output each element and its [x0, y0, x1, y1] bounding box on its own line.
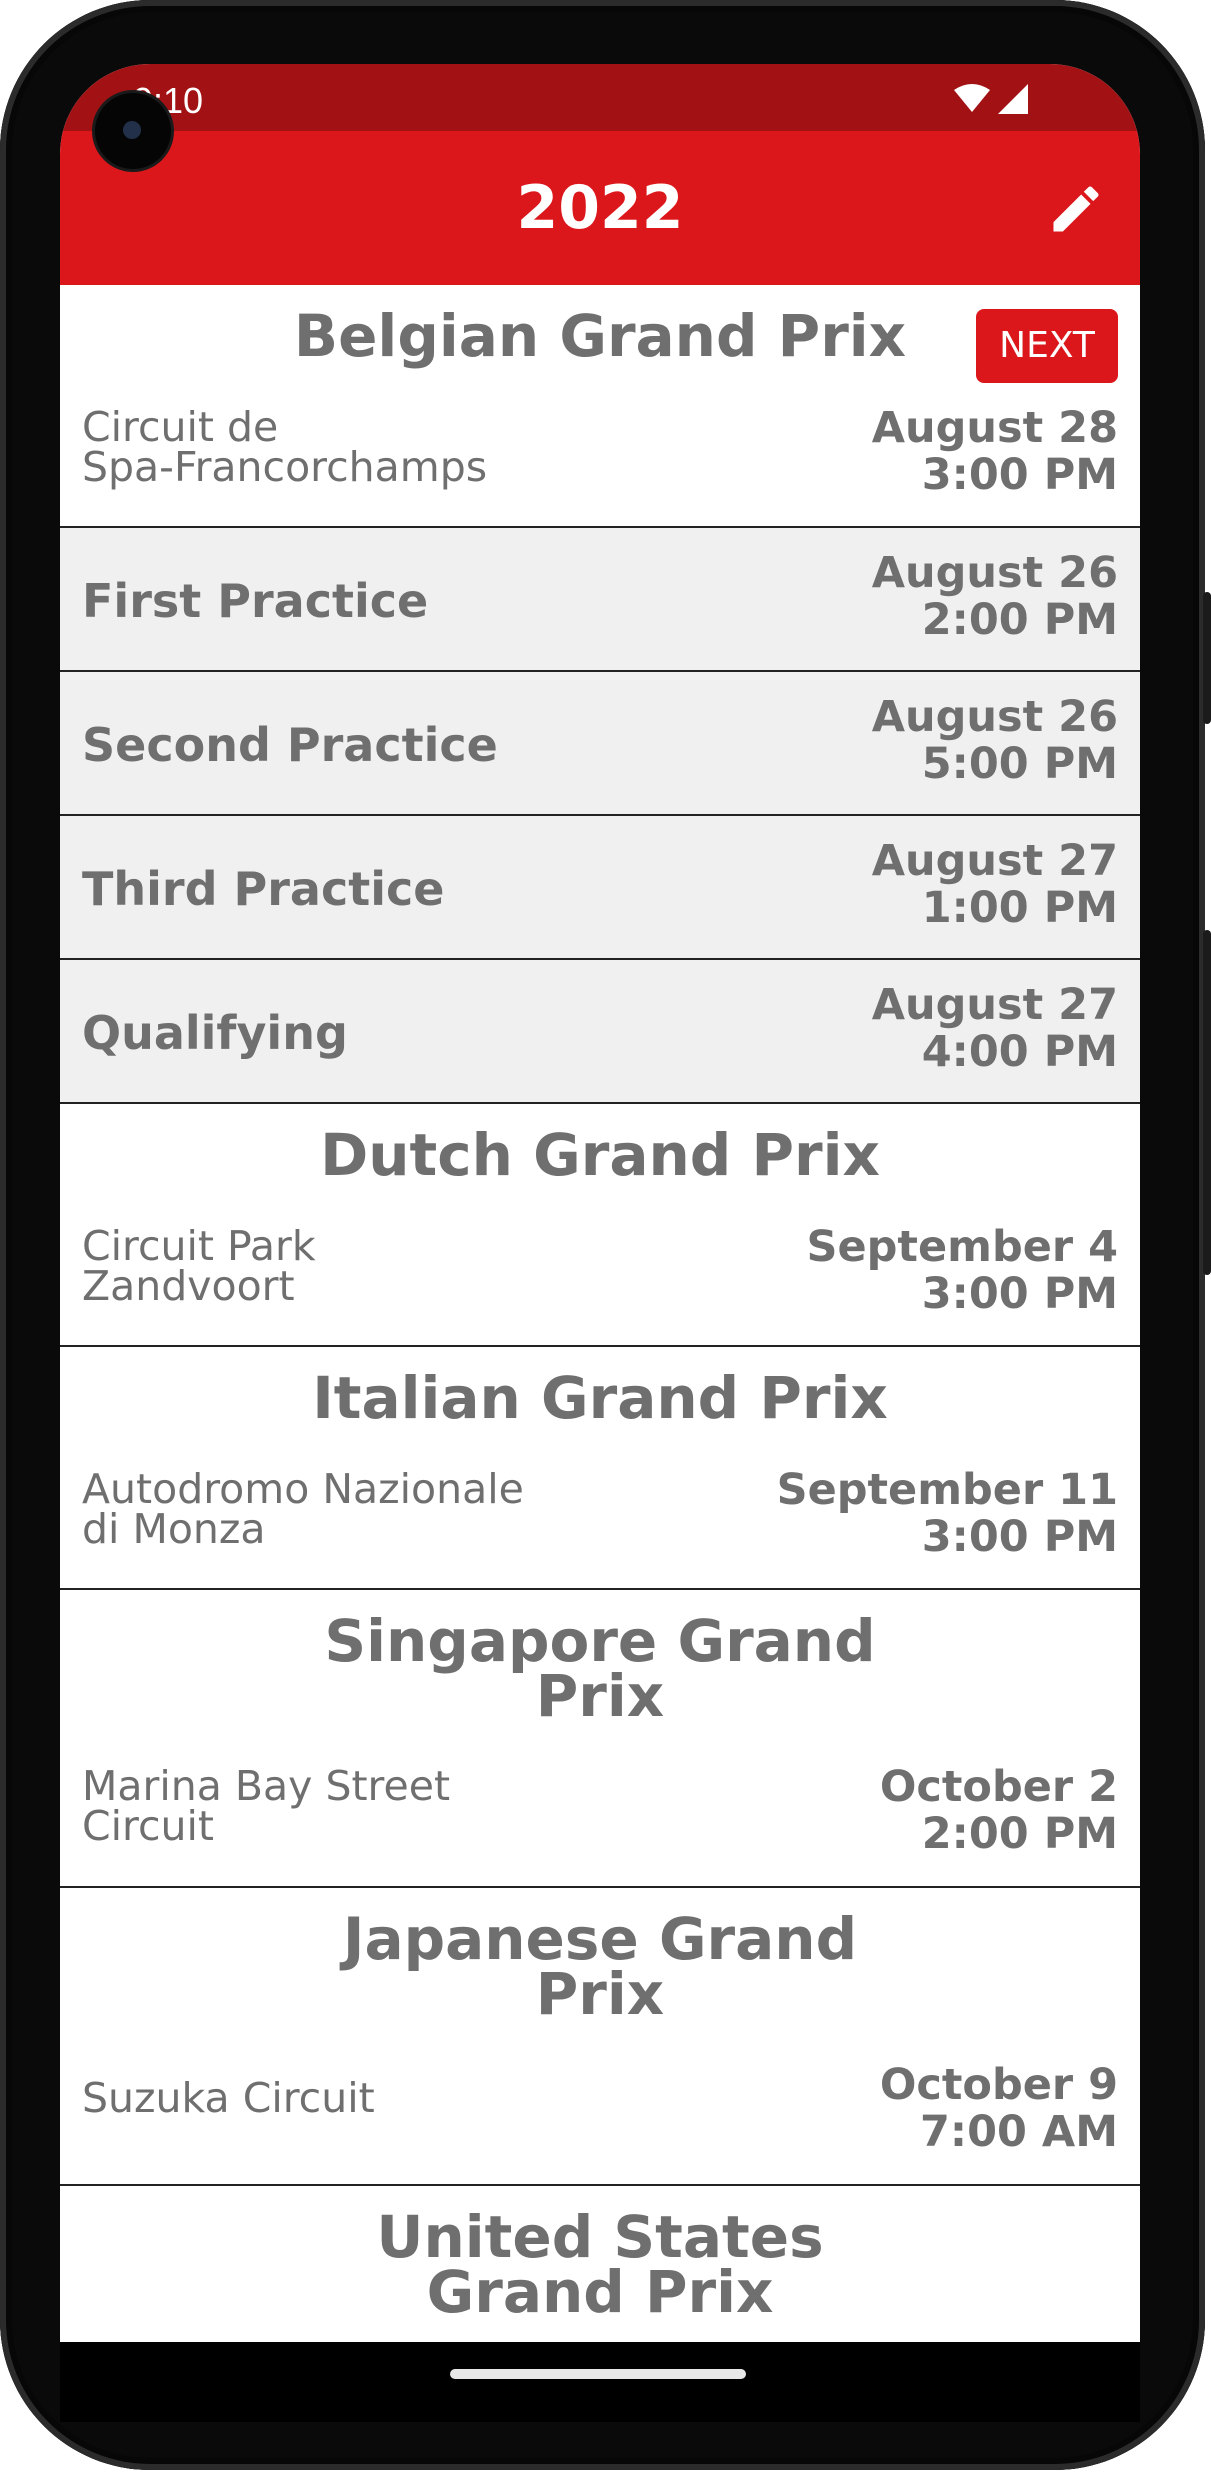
session-time: 5:00 PM	[921, 739, 1118, 789]
race-datetime: October 9 7:00 AM	[880, 2062, 1118, 2156]
pencil-icon[interactable]	[1046, 179, 1106, 239]
race-datetime: October 2 2:00 PM	[880, 1764, 1118, 1858]
session-name: First Practice	[82, 574, 429, 628]
front-camera	[95, 93, 171, 169]
session-datetime: August 27 1:00 PM	[872, 838, 1118, 932]
session-datetime: August 27 4:00 PM	[872, 982, 1118, 1076]
session-name: Third Practice	[82, 862, 445, 916]
session-name: Qualifying	[82, 1006, 348, 1060]
race-card[interactable]: Japanese Grand Prix Suzuka Circuit Octobe…	[60, 1888, 1140, 2186]
race-title: Italian Grand Prix	[312, 1364, 888, 1432]
session-time: 2:00 PM	[921, 595, 1118, 645]
race-title: Belgian Grand Prix	[293, 302, 907, 370]
power-button	[1203, 592, 1211, 724]
screen: 9:10 2022 Belgian Grand Prix NEXT Circui…	[60, 64, 1140, 2342]
race-datetime: September 4 3:00 PM	[807, 1224, 1118, 1318]
race-date: August 28	[871, 403, 1118, 453]
race-card[interactable]: Dutch Grand Prix Circuit Park Zandvoort S…	[60, 1104, 1140, 1347]
page-title: 2022	[516, 173, 684, 243]
circuit-name: Suzuka Circuit	[82, 2074, 375, 2122]
race-date: October 2	[879, 1762, 1118, 1812]
session-date: August 27	[871, 980, 1118, 1030]
session-row[interactable]: Qualifying August 27 4:00 PM	[60, 960, 1140, 1104]
volume-button	[1203, 930, 1211, 1275]
session-row[interactable]: Second Practice August 26 5:00 PM	[60, 672, 1140, 816]
navigation-bar	[60, 2342, 1140, 2422]
race-title: Dutch Grand Prix	[320, 1121, 880, 1189]
session-time: 1:00 PM	[921, 883, 1118, 933]
race-card[interactable]: United States Grand Prix	[60, 2186, 1140, 2342]
session-datetime: August 26 2:00 PM	[872, 550, 1118, 644]
session-date: August 26	[871, 548, 1118, 598]
session-row[interactable]: Third Practice August 27 1:00 PM	[60, 816, 1140, 960]
race-date: September 11	[776, 1465, 1118, 1515]
app-bar: 2022	[60, 131, 1140, 285]
race-datetime: September 11 3:00 PM	[777, 1467, 1118, 1561]
race-time: 3:00 PM	[921, 450, 1118, 500]
race-time: 3:00 PM	[921, 1269, 1118, 1319]
gesture-handle[interactable]	[450, 2369, 746, 2379]
race-title: United States Grand Prix	[376, 2203, 824, 2326]
race-card[interactable]: Italian Grand Prix Autodromo Nazionale di…	[60, 1347, 1140, 1590]
circuit-name: Circuit Park Zandvoort	[82, 1222, 316, 1310]
session-time: 4:00 PM	[921, 1027, 1118, 1077]
race-time: 2:00 PM	[921, 1809, 1118, 1859]
race-time: 3:00 PM	[921, 1512, 1118, 1562]
signal-icon	[998, 84, 1028, 114]
circuit-name: Marina Bay Street Circuit	[82, 1762, 451, 1850]
race-card[interactable]: Singapore Grand Prix Marina Bay Street Cir…	[60, 1590, 1140, 1888]
race-date: October 9	[879, 2060, 1118, 2110]
session-date: August 26	[871, 692, 1118, 742]
session-name: Second Practice	[82, 718, 498, 772]
race-title: Japanese Grand Prix	[342, 1905, 858, 2028]
race-title: Singapore Grand Prix	[324, 1607, 876, 1730]
race-date: September 4	[806, 1222, 1118, 1272]
circuit-name: Autodromo Nazionale di Monza	[82, 1465, 524, 1553]
session-datetime: August 26 5:00 PM	[872, 694, 1118, 788]
wifi-icon	[954, 84, 990, 112]
next-badge: NEXT	[976, 309, 1118, 383]
circuit-name: Circuit de Spa-Francorchamps	[82, 403, 488, 491]
race-time: 7:00 AM	[920, 2107, 1118, 2157]
session-row[interactable]: First Practice August 26 2:00 PM	[60, 528, 1140, 672]
session-date: August 27	[871, 836, 1118, 886]
race-datetime: August 28 3:00 PM	[872, 405, 1118, 499]
status-icons	[954, 84, 1028, 114]
status-bar: 9:10	[60, 64, 1140, 131]
race-list[interactable]: Belgian Grand Prix NEXT Circuit de Spa-Fr…	[60, 285, 1140, 2342]
race-card[interactable]: Belgian Grand Prix NEXT Circuit de Spa-Fr…	[60, 285, 1140, 528]
